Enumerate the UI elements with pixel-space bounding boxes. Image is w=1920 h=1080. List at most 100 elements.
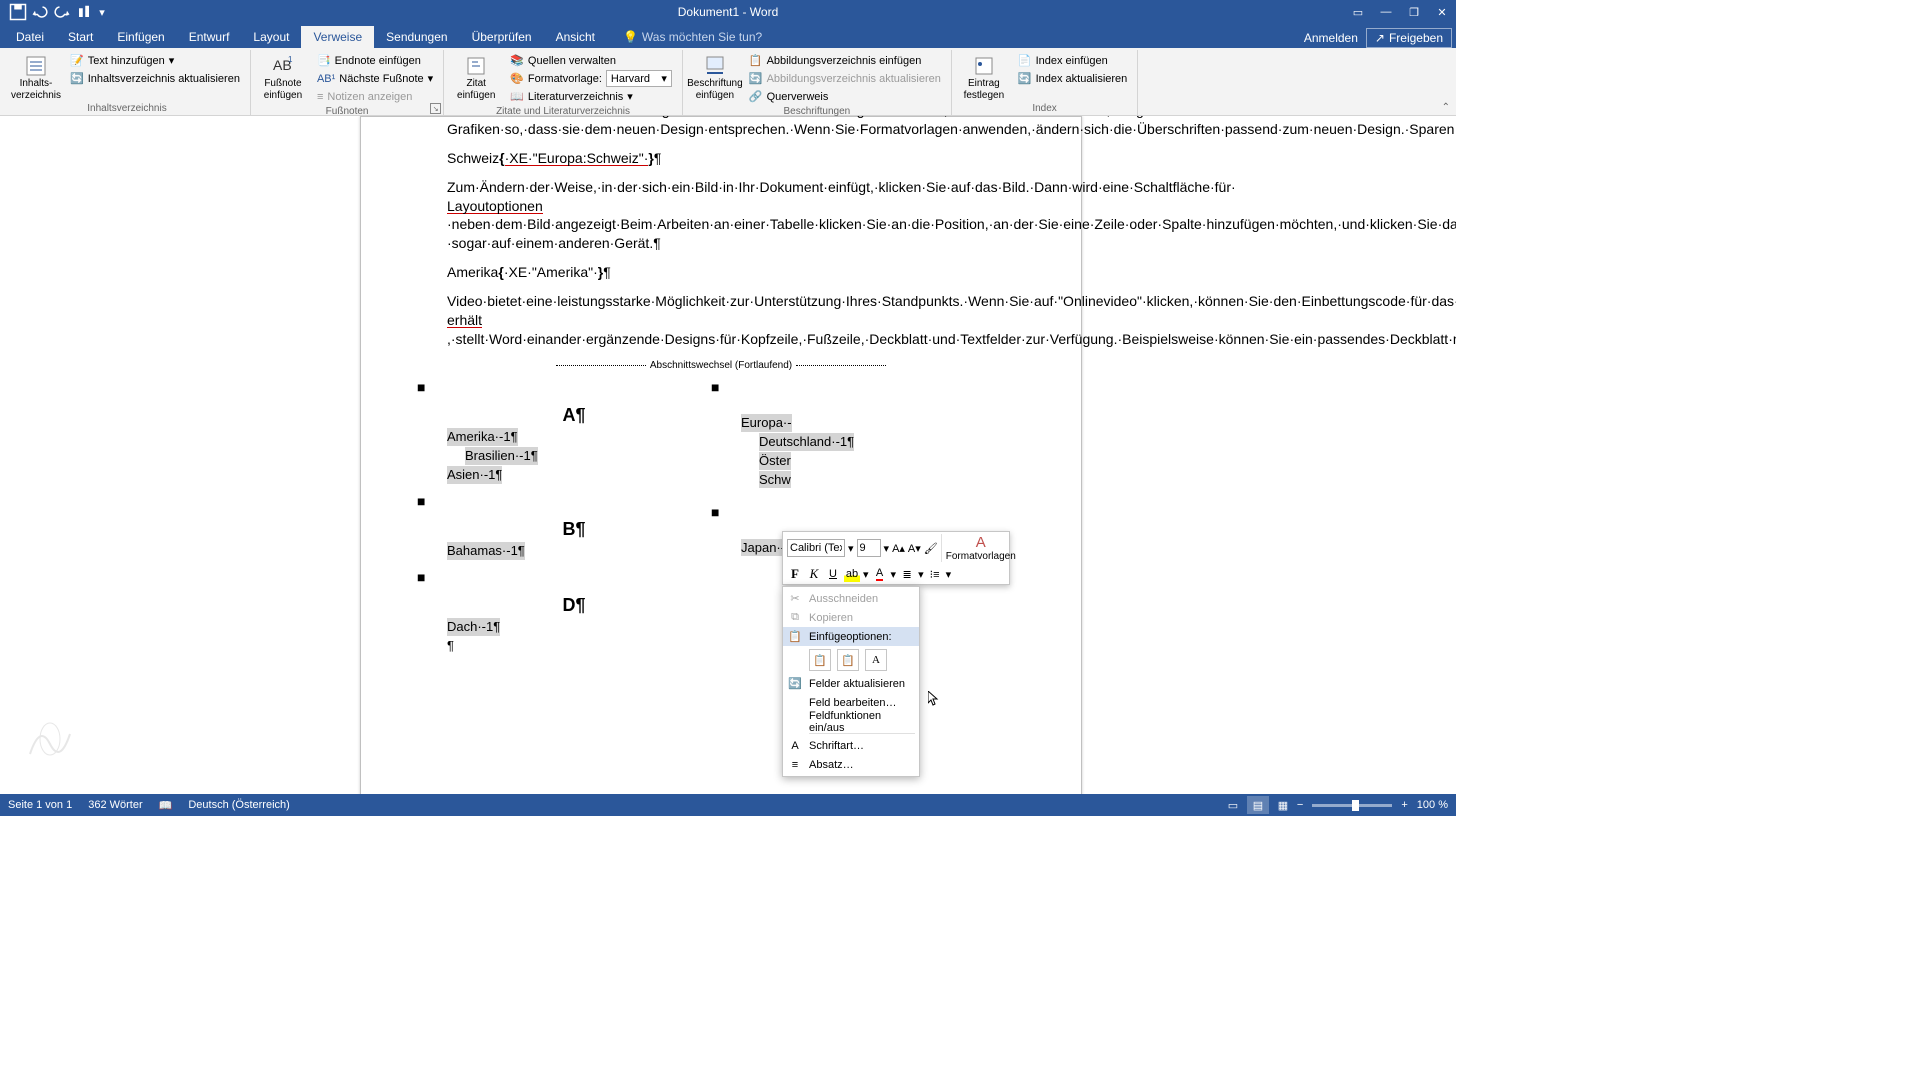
idx-entry[interactable]: Schw — [759, 471, 791, 489]
watermark-icon — [20, 714, 80, 764]
tab-design[interactable]: Entwurf — [177, 26, 242, 48]
tab-mailings[interactable]: Sendungen — [374, 26, 459, 48]
ctx-paragraph[interactable]: ≡Absatz… — [783, 755, 919, 774]
font-name-input[interactable] — [787, 539, 845, 557]
qat-dropdown-icon[interactable]: ▾ — [96, 2, 108, 22]
copy-icon: ⧉ — [788, 611, 802, 625]
tab-review[interactable]: Überprüfen — [460, 26, 544, 48]
zoom-percent[interactable]: 100 % — [1417, 799, 1448, 811]
insert-index-button[interactable]: 📄 Index einfügen — [1014, 52, 1131, 69]
read-mode-icon[interactable]: ▭ — [1222, 796, 1244, 814]
figtable-label: Abbildungsverzeichnis einfügen — [767, 55, 922, 67]
italic-icon[interactable]: K — [806, 566, 822, 582]
tab-insert[interactable]: Einfügen — [105, 26, 176, 48]
paragraph[interactable]: Zum·Ändern·der·Weise,·in·der·sich·ein·Bi… — [447, 178, 995, 254]
bibliography-button[interactable]: 📖 Literaturverzeichnis ▾ — [506, 88, 676, 105]
insert-caption-button[interactable]: Beschriftung einfügen — [689, 52, 741, 102]
caption-icon — [703, 54, 727, 78]
next-footnote-button[interactable]: AB¹ Nächste Fußnote ▾ — [313, 70, 437, 87]
footnotes-launcher-icon[interactable]: ↘ — [430, 103, 441, 114]
close-icon[interactable]: ✕ — [1428, 0, 1456, 24]
maximize-icon[interactable]: ❐ — [1400, 0, 1428, 24]
manage-sources-button[interactable]: 📚 Quellen verwalten — [506, 52, 676, 69]
idx-entry[interactable]: Öster — [759, 452, 791, 470]
proofing-icon[interactable]: 📖 — [159, 799, 173, 812]
idx-entry[interactable]: Deutschland·-1¶ — [759, 433, 854, 451]
show-notes-button[interactable]: ≡ Notizen anzeigen — [313, 88, 437, 105]
collapse-ribbon-icon[interactable]: ⌃ — [1442, 102, 1450, 113]
save-icon[interactable] — [8, 2, 28, 22]
sign-in-link[interactable]: Anmelden — [1304, 31, 1358, 45]
increase-font-icon[interactable]: A▴ — [892, 540, 905, 556]
insert-citation-button[interactable]: Zitat einfügen — [450, 52, 502, 102]
update-toc-button[interactable]: 🔄 Inhaltsverzeichnis aktualisieren — [66, 70, 244, 87]
redo-icon[interactable] — [52, 2, 72, 22]
index-entry-line[interactable]: Schweiz{·XE·"Europa:Schweiz"·}¶ — [447, 149, 995, 168]
tab-layout[interactable]: Layout — [241, 26, 301, 48]
update-figtable-button[interactable]: 🔄 Abbildungsverzeichnis aktualisieren — [745, 70, 945, 87]
ctx-font[interactable]: ASchriftart… — [783, 736, 919, 755]
touch-icon[interactable] — [74, 2, 94, 22]
paragraph[interactable]: Video·bietet·eine·leistungsstarke·Möglic… — [447, 292, 995, 349]
zoom-thumb[interactable] — [1352, 800, 1359, 811]
idx-entry[interactable]: Brasilien·-1¶ — [465, 447, 538, 465]
upd-idx-label: Index aktualisieren — [1036, 73, 1128, 85]
decrease-font-icon[interactable]: A▾ — [908, 540, 921, 556]
styles-button[interactable]: AFormatvorlagen — [941, 534, 1020, 562]
page[interactable]: abzustimmen.·Wenn·Sie·auf·"Design"·klick… — [360, 116, 1082, 794]
underline-icon[interactable]: U — [825, 566, 841, 582]
idx-entry[interactable]: Asien·-1¶ — [447, 466, 502, 484]
font-size-input[interactable] — [857, 539, 881, 557]
minimize-icon[interactable]: — — [1372, 0, 1400, 24]
ctx-cut[interactable]: ✂Ausschneiden — [783, 589, 919, 608]
document-area[interactable]: abzustimmen.·Wenn·Sie·auf·"Design"·klick… — [0, 116, 1456, 794]
idx-entry[interactable]: Europa·- — [741, 414, 792, 432]
numbering-icon[interactable]: ⁝≡ — [927, 566, 943, 582]
bullets-icon[interactable]: ≣ — [899, 566, 915, 582]
print-layout-icon[interactable]: ▤ — [1247, 796, 1269, 814]
undo-icon[interactable] — [30, 2, 50, 22]
paste-keep-formatting[interactable]: 📋 — [809, 649, 831, 671]
tell-me-search[interactable]: 💡 Was möchten Sie tun? — [615, 26, 770, 48]
styles-label: Formatvorlagen — [946, 551, 1016, 562]
paste-text-only[interactable]: A — [865, 649, 887, 671]
tab-start[interactable]: Start — [56, 26, 105, 48]
language-indicator[interactable]: Deutsch (Österreich) — [188, 799, 289, 811]
index-letter: B¶ — [447, 517, 701, 541]
tab-view[interactable]: Ansicht — [544, 26, 607, 48]
idx-entry[interactable]: Dach·-1¶ — [447, 618, 500, 636]
insert-endnote-button[interactable]: 📑 Endnote einfügen — [313, 52, 437, 69]
highlight-icon[interactable]: ab — [844, 566, 860, 582]
ribbon-options-icon[interactable]: ▭ — [1344, 0, 1372, 24]
tab-references[interactable]: Verweise — [301, 26, 374, 48]
style-dropdown[interactable]: 🎨 Formatvorlage: Harvard▾ — [506, 70, 676, 87]
ctx-copy[interactable]: ⧉Kopieren — [783, 608, 919, 627]
page-indicator[interactable]: Seite 1 von 1 — [8, 799, 72, 811]
crossref-button[interactable]: 🔗 Querverweis — [745, 88, 945, 105]
ctx-toggle-codes[interactable]: Feldfunktionen ein/aus — [783, 712, 919, 731]
insert-footnote-button[interactable]: AB1 Fußnote einfügen — [257, 52, 309, 102]
tab-file[interactable]: Datei — [4, 26, 56, 48]
word-count[interactable]: 362 Wörter — [88, 799, 142, 811]
mark-entry-button[interactable]: Eintrag festlegen — [958, 52, 1010, 102]
toc-button[interactable]: Inhalts- verzeichnis — [10, 52, 62, 102]
font-color-icon[interactable]: A — [872, 566, 888, 582]
format-painter-icon[interactable]: 🖌 — [924, 540, 938, 556]
idx-entry[interactable]: Amerika·-1¶ — [447, 428, 518, 446]
zoom-out-icon[interactable]: − — [1297, 799, 1303, 811]
ctx-update-fields[interactable]: 🔄Felder aktualisieren — [783, 674, 919, 693]
add-text-button[interactable]: 📝 Text hinzufügen ▾ — [66, 52, 244, 69]
idx-entry[interactable]: Bahamas·-1¶ — [447, 542, 525, 560]
bold-icon[interactable]: F — [787, 566, 803, 582]
text: ,·stellt·Word·einander·ergänzende·Design… — [447, 331, 1456, 347]
share-button[interactable]: ↗Freigeben — [1366, 28, 1452, 48]
zoom-slider[interactable] — [1312, 804, 1392, 807]
paste-merge[interactable]: 📋 — [837, 649, 859, 671]
index-entry-line[interactable]: Amerika{·XE·"Amerika"·}¶ — [447, 263, 995, 282]
paragraph[interactable]: abzustimmen.·Wenn·Sie·auf·"Design"·klick… — [447, 116, 995, 139]
text: ·XE·"Amerika"· — [504, 264, 598, 280]
update-index-button[interactable]: 🔄 Index aktualisieren — [1014, 70, 1131, 87]
web-layout-icon[interactable]: ▦ — [1272, 796, 1294, 814]
insert-figtable-button[interactable]: 📋 Abbildungsverzeichnis einfügen — [745, 52, 945, 69]
zoom-in-icon[interactable]: + — [1401, 799, 1407, 811]
